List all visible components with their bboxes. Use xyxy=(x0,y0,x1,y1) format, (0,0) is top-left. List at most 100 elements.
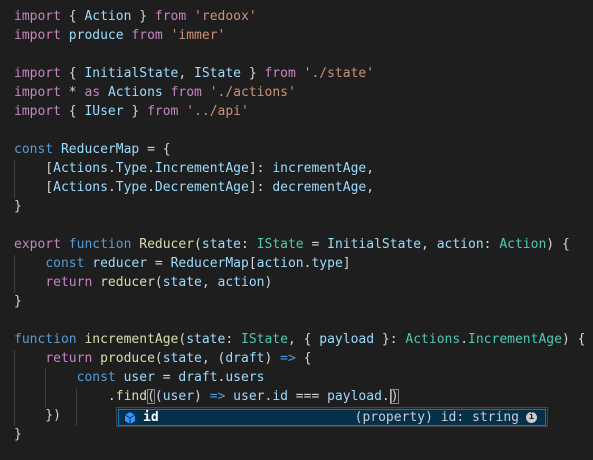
code-token: ( xyxy=(154,351,163,366)
code-editor[interactable]: import { Action } from 'redoox' import pr… xyxy=(0,0,593,460)
code-token: payload xyxy=(319,332,375,347)
code-token: const xyxy=(76,370,116,385)
code-token: IncrementAge xyxy=(154,161,249,176)
code-token: state xyxy=(201,237,242,252)
code-token: ) xyxy=(264,275,273,290)
code-token: IState xyxy=(241,332,288,347)
code-token: IState xyxy=(194,66,241,81)
suggest-item[interactable]: id (property) id: string i xyxy=(118,409,546,426)
code-token: Reducer xyxy=(139,237,195,252)
code-token: user xyxy=(123,370,155,385)
code-token: from xyxy=(264,66,296,81)
code-line[interactable]: .find((user) => user.id === payload.) xyxy=(14,387,399,406)
code-token: , xyxy=(366,180,375,195)
code-token: id xyxy=(272,389,288,404)
code-token: => xyxy=(209,389,226,404)
code-token: state xyxy=(162,275,202,290)
code-token: ]: xyxy=(248,161,273,176)
suggest-widget[interactable]: id (property) id: string i xyxy=(116,407,548,427)
code-token: import xyxy=(14,104,61,119)
code-token: IncrementAge xyxy=(468,332,562,347)
code-token: import xyxy=(14,28,61,43)
code-token: '../api' xyxy=(186,104,249,119)
code-line[interactable]: export function Reducer(state: IState = … xyxy=(14,235,570,254)
code-token: 'immer' xyxy=(170,28,226,43)
code-token: from xyxy=(147,104,179,119)
code-token: ( xyxy=(154,275,163,290)
code-line[interactable]: return produce(state, (draft) => { xyxy=(14,349,311,368)
code-token: import xyxy=(14,66,61,81)
code-token: . xyxy=(460,332,469,347)
code-line[interactable]: }) xyxy=(14,406,61,425)
code-line[interactable]: [Actions.Type.IncrementAge]: incrementAg… xyxy=(14,159,374,178)
code-line[interactable]: return reducer(state, action) xyxy=(14,273,272,292)
code-token: Actions xyxy=(53,161,108,176)
code-token: ]: xyxy=(248,180,273,195)
matched-bracket: ( xyxy=(147,389,155,404)
code-token: incrementAge xyxy=(84,332,179,347)
code-token: . xyxy=(381,389,390,404)
code-line[interactable]: [Actions.Type.DecrementAge]: decrementAg… xyxy=(14,178,374,197)
code-line[interactable]: const ReducerMap = { xyxy=(14,140,171,159)
code-token: . xyxy=(147,180,155,195)
code-token: . xyxy=(14,389,116,404)
code-line[interactable]: const user = draft.users xyxy=(14,368,265,387)
code-line[interactable]: } xyxy=(14,425,22,444)
code-token: [ xyxy=(14,180,54,195)
code-token: { xyxy=(60,66,85,81)
code-token: payload xyxy=(327,389,382,404)
code-token: . xyxy=(147,161,155,176)
code-token: } xyxy=(241,66,265,81)
code-token: action xyxy=(256,256,304,271)
code-token: { xyxy=(295,351,312,366)
code-token: ) xyxy=(194,389,210,404)
code-token: incrementAge xyxy=(272,161,367,176)
code-token: * xyxy=(60,85,85,100)
code-token: user xyxy=(162,389,195,404)
code-token: Type xyxy=(115,161,148,176)
code-token: type xyxy=(311,256,343,271)
code-token: from xyxy=(170,85,202,100)
code-line[interactable]: import { IUser } from '../api' xyxy=(14,102,249,121)
code-token: InitialState xyxy=(84,66,179,81)
code-line[interactable]: import produce from 'immer' xyxy=(14,26,225,45)
code-token: ReducerMap xyxy=(170,256,249,271)
code-token: ReducerMap xyxy=(60,142,140,157)
code-line[interactable]: } xyxy=(14,292,22,311)
code-token: produce xyxy=(100,351,155,366)
code-token: = { xyxy=(139,142,171,157)
code-token: ( xyxy=(154,389,163,404)
code-line[interactable]: } xyxy=(14,197,22,216)
code-token: [ xyxy=(248,256,257,271)
code-token: = xyxy=(303,237,328,252)
code-token: ) { xyxy=(561,332,586,347)
info-icon[interactable]: i xyxy=(526,412,537,423)
code-token: , { xyxy=(287,332,320,347)
code-line[interactable]: import { InitialState, IState } from './… xyxy=(14,64,374,83)
code-line[interactable]: const reducer = ReducerMap[action.type] xyxy=(14,254,350,273)
code-line[interactable]: import { Action } from 'redoox' xyxy=(14,7,257,26)
code-token: ) { xyxy=(546,237,570,252)
code-token: } xyxy=(14,199,22,214)
code-token: IState xyxy=(256,237,304,252)
code-line[interactable]: function incrementAge(state: IState, { p… xyxy=(14,330,585,349)
code-token: './state' xyxy=(303,66,375,81)
code-token: } xyxy=(123,104,148,119)
code-token: ( xyxy=(194,237,202,252)
code-token: Actions xyxy=(53,180,108,195)
code-token: IUser xyxy=(84,104,124,119)
code-token: action xyxy=(436,237,484,252)
code-line[interactable]: import * as Actions from './actions' xyxy=(14,83,296,102)
